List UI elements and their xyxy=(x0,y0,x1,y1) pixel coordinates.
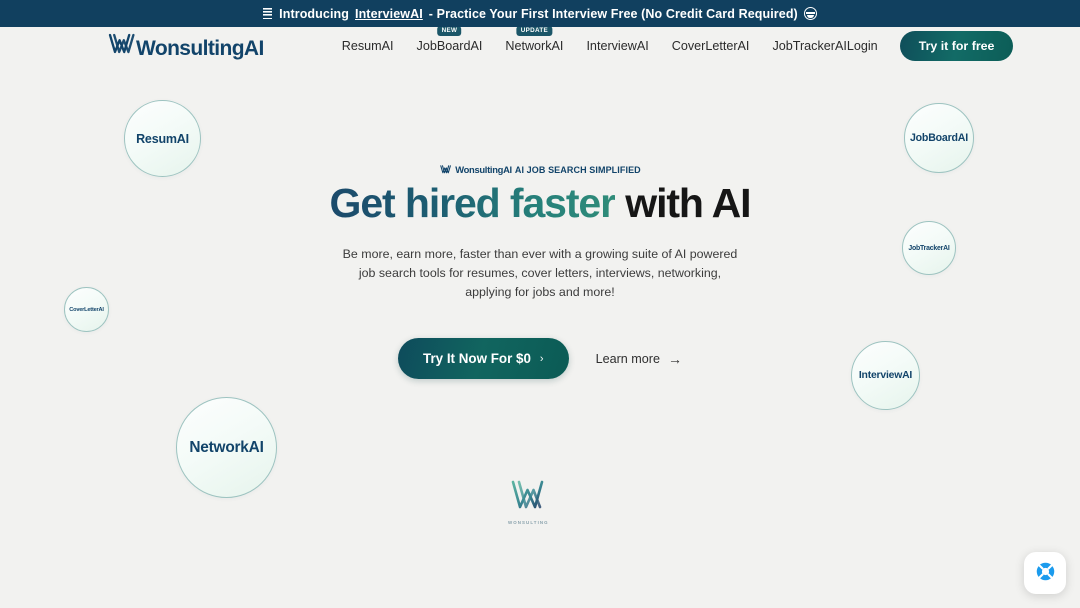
eyebrow-brand: WonsultingAI xyxy=(455,164,512,175)
nav-item-coverletterai[interactable]: CoverLetterAI xyxy=(672,39,750,53)
hero-subheading: Be more, earn more, faster than ever wit… xyxy=(343,245,738,302)
nav-links: ResumAI NEW JobBoardAI UPDATE NetworkAI … xyxy=(342,26,847,53)
bubble-label: InterviewAI xyxy=(858,370,913,381)
arrow-right-icon: → xyxy=(667,350,682,367)
nav-item-resumai[interactable]: ResumAI xyxy=(342,39,394,53)
nav-item-jobtrackerai[interactable]: JobTrackerAI xyxy=(772,39,846,53)
bubble-resumai[interactable]: ResumAI xyxy=(124,100,201,177)
bubble-networkai[interactable]: NetworkAI xyxy=(176,397,277,498)
nav-label: JobBoardAI xyxy=(416,39,483,53)
nav-label: InterviewAI xyxy=(586,39,649,53)
nav-label: CoverLetterAI xyxy=(671,39,750,53)
announcement-banner[interactable]: Introducing InterviewAI - Practice Your … xyxy=(0,0,1080,27)
bubble-label: JobTrackerAI xyxy=(908,244,950,252)
cta-primary-label: Try It Now For $0 xyxy=(423,351,531,367)
brand-logo[interactable]: WonsultingAI xyxy=(108,33,264,60)
chevron-right-icon: › xyxy=(539,352,544,365)
nav-badge-update: UPDATE xyxy=(516,26,553,36)
subhead-line-1: Be more, earn more, faster than ever wit… xyxy=(342,246,738,261)
wonsulting-w-mark-icon xyxy=(509,478,547,517)
page-root: Introducing InterviewAI - Practice Your … xyxy=(0,0,1080,608)
nav-item-interviewai[interactable]: InterviewAI xyxy=(586,39,648,53)
eyebrow-text: AI JOB SEARCH SIMPLIFIED xyxy=(514,164,641,175)
nav-label: NetworkAI xyxy=(505,39,564,53)
bubble-label: CoverLetterAI xyxy=(69,306,104,313)
hero-eyebrow: WonsultingAI AI JOB SEARCH SIMPLIFIED xyxy=(439,164,641,175)
newspaper-icon xyxy=(263,8,273,19)
nav-badge-new: NEW xyxy=(437,26,462,36)
banner-interviewai-link[interactable]: InterviewAI xyxy=(355,7,423,21)
page-title: Get hired faster with AI xyxy=(329,180,752,227)
nav-item-jobboardai[interactable]: NEW JobBoardAI xyxy=(416,26,483,53)
subhead-line-3: applying for jobs and more! xyxy=(465,284,615,299)
try-it-now-button[interactable]: Try It Now For $0 › xyxy=(398,338,569,380)
cta-secondary-label: Learn more xyxy=(595,351,660,366)
smiley-face-icon xyxy=(803,7,817,20)
hero-cta-row: Try It Now For $0 › Learn more → xyxy=(398,338,682,380)
nav-right-actions: Login Try it for free xyxy=(847,31,1014,61)
bubble-coverletterai[interactable]: CoverLetterAI xyxy=(64,287,109,332)
banner-lead-text: Introducing xyxy=(279,6,349,21)
bubble-jobtrackerai[interactable]: JobTrackerAI xyxy=(902,221,956,275)
nav-label: JobTrackerAI xyxy=(772,39,847,53)
banner-rest-text: - Practice Your First Interview Free (No… xyxy=(428,6,798,21)
headline-gradient-part: Get hired faster xyxy=(329,180,617,226)
wonsulting-w-logo-icon xyxy=(108,33,135,60)
bubble-jobboardai[interactable]: JobBoardAI xyxy=(904,103,974,173)
help-chat-widget-button[interactable] xyxy=(1024,552,1066,594)
brand-wordmark: WonsultingAI xyxy=(136,36,264,60)
subhead-line-2: job search tools for resumes, cover lett… xyxy=(358,265,722,280)
nav-item-networkai[interactable]: UPDATE NetworkAI xyxy=(505,26,564,53)
main-navigation: WonsultingAI ResumAI NEW JobBoardAI UPDA… xyxy=(0,26,1080,65)
bubble-label: NetworkAI xyxy=(189,438,264,456)
watermark-text: WONSULTING xyxy=(508,520,549,525)
nav-label: ResumAI xyxy=(341,39,394,53)
login-link[interactable]: Login xyxy=(847,39,878,53)
wonsulting-watermark: WONSULTING xyxy=(508,478,549,525)
try-it-for-free-button[interactable]: Try it for free xyxy=(899,31,1014,61)
headline-dark-part: with AI xyxy=(625,180,751,226)
bubble-label: JobBoardAI xyxy=(909,132,969,144)
learn-more-link[interactable]: Learn more → xyxy=(596,352,682,366)
bubble-label: ResumAI xyxy=(136,131,189,146)
eyebrow-logo-icon xyxy=(439,164,452,175)
bubble-interviewai[interactable]: InterviewAI xyxy=(851,341,920,410)
lifebuoy-help-icon xyxy=(1035,561,1056,585)
